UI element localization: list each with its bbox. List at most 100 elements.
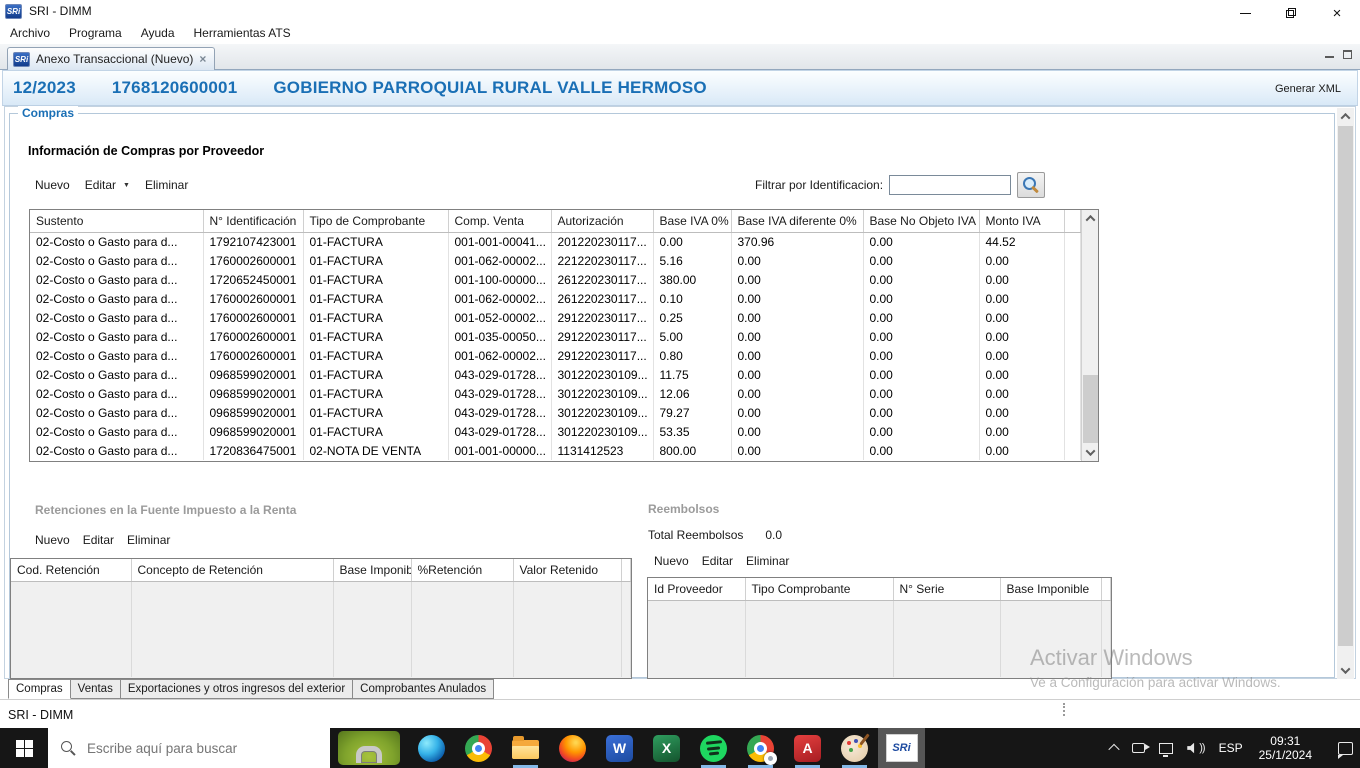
taskbar-excel[interactable]: X: [643, 728, 690, 768]
menu-programa[interactable]: Programa: [69, 26, 122, 40]
table-row[interactable]: 02-Costo o Gasto para d... 0968599020001 0…: [30, 422, 1081, 441]
table-row[interactable]: 02-Costo o Gasto para d... 1760002600001 0…: [30, 251, 1081, 270]
editar-button[interactable]: Editar: [85, 178, 116, 192]
column-header[interactable]: Tipo Comprobante: [745, 578, 894, 601]
column-header[interactable]: %Retención: [411, 559, 514, 582]
column-header[interactable]: N° Serie: [893, 578, 1001, 601]
column-header[interactable]: Base No Objeto IVA: [863, 210, 980, 233]
cell: 02-Costo o Gasto para d...: [30, 422, 204, 441]
network-icon[interactable]: [1152, 728, 1180, 768]
compras-table: Sustento N° Identificación Tipo de Comprob…: [30, 210, 1081, 460]
column-header[interactable]: Monto IVA: [979, 210, 1065, 233]
column-header[interactable]: Id Proveedor: [648, 578, 746, 601]
table-row[interactable]: 02-Costo o Gasto para d... 0968599020001 0…: [30, 403, 1081, 422]
total-reembolsos-value: 0.0: [765, 528, 783, 542]
menu-herramientas-ats[interactable]: Herramientas ATS: [194, 26, 291, 40]
rem-nuevo-button[interactable]: Nuevo: [654, 554, 689, 568]
table-row[interactable]: 02-Costo o Gasto para d... 1760002600001 0…: [30, 289, 1081, 308]
column-header[interactable]: N° Identificación: [203, 210, 304, 233]
column-header[interactable]: Comp. Venta: [448, 210, 552, 233]
taskbar-clock[interactable]: 09:31 25/1/2024: [1250, 734, 1321, 762]
scrollbar-thumb[interactable]: [1083, 375, 1098, 443]
taskbar-spotify[interactable]: [690, 728, 737, 768]
taskbar-game-app[interactable]: [330, 728, 408, 768]
scroll-up-icon[interactable]: [1337, 108, 1354, 125]
menu-archivo[interactable]: Archivo: [10, 26, 50, 40]
view-maximize-icon[interactable]: [1343, 50, 1352, 59]
rem-editar-button[interactable]: Editar: [702, 554, 733, 568]
table-row[interactable]: 02-Costo o Gasto para d... 1760002600001 0…: [30, 327, 1081, 346]
taskbar-acrobat[interactable]: A: [784, 728, 831, 768]
eliminar-button[interactable]: Eliminar: [145, 178, 188, 192]
taskbar-chrome-app[interactable]: [737, 728, 784, 768]
tab-anexo-transaccional[interactable]: SRi Anexo Transaccional (Nuevo) ×: [7, 47, 216, 70]
tab-close-icon[interactable]: ×: [199, 52, 206, 66]
taskbar-word[interactable]: W: [596, 728, 643, 768]
ret-editar-button[interactable]: Editar: [83, 533, 114, 547]
volume-icon[interactable]: )): [1180, 728, 1211, 768]
rem-eliminar-button[interactable]: Eliminar: [746, 554, 789, 568]
cell: 001-062-00002...: [448, 251, 552, 270]
taskbar-explorer[interactable]: [502, 728, 549, 768]
table-row[interactable]: 02-Costo o Gasto para d... 1760002600001 0…: [30, 308, 1081, 327]
cell: 02-Costo o Gasto para d...: [30, 251, 204, 270]
nuevo-button[interactable]: Nuevo: [35, 178, 70, 192]
cell: 0.00: [863, 384, 980, 403]
column-header[interactable]: Concepto de Retención: [131, 559, 334, 582]
cell-filler: [1064, 365, 1081, 384]
splitter-handle[interactable]: [1063, 703, 1065, 716]
table-row[interactable]: 02-Costo o Gasto para d... 1792107423001 0…: [30, 232, 1081, 251]
scroll-up-icon[interactable]: [1082, 210, 1098, 227]
column-header[interactable]: Tipo de Comprobante: [303, 210, 449, 233]
table-row[interactable]: 02-Costo o Gasto para d... 1760002600001 0…: [30, 346, 1081, 365]
column-header[interactable]: Base Imponible: [1000, 578, 1102, 601]
cell: 0968599020001: [203, 384, 304, 403]
tab-exportaciones[interactable]: Exportaciones y otros ingresos del exter…: [120, 679, 354, 699]
tab-compras[interactable]: Compras: [8, 679, 71, 699]
column-header[interactable]: Autorización: [551, 210, 654, 233]
tab-comprobantes-anulados[interactable]: Comprobantes Anulados: [353, 679, 495, 699]
editar-dropdown-icon[interactable]: ▼: [123, 182, 130, 189]
start-button[interactable]: [0, 728, 48, 768]
taskbar-edge[interactable]: [408, 728, 455, 768]
generar-xml-button[interactable]: Generar XML: [1275, 83, 1341, 95]
table-row[interactable]: 02-Costo o Gasto para d... 1720836475001 0…: [30, 441, 1081, 460]
taskbar-paint[interactable]: [831, 728, 878, 768]
tray-chevron-up-icon[interactable]: [1103, 728, 1125, 768]
ret-nuevo-button[interactable]: Nuevo: [35, 533, 70, 547]
scroll-down-icon[interactable]: [1337, 662, 1354, 679]
column-header[interactable]: Sustento: [30, 210, 204, 233]
taskbar-chrome[interactable]: [455, 728, 502, 768]
tab-ventas[interactable]: Ventas: [70, 679, 121, 699]
ret-eliminar-button[interactable]: Eliminar: [127, 533, 170, 547]
cell: 01-FACTURA: [303, 289, 449, 308]
table-row[interactable]: 02-Costo o Gasto para d... 0968599020001 0…: [30, 365, 1081, 384]
menu-ayuda[interactable]: Ayuda: [141, 26, 175, 40]
taskbar-firefox[interactable]: [549, 728, 596, 768]
taskbar-search[interactable]: [48, 728, 330, 768]
retenciones-toolbar: Nuevo Editar Eliminar: [35, 533, 170, 547]
cell: 01-FACTURA: [303, 422, 449, 441]
meet-now-camera-icon[interactable]: [1125, 728, 1152, 768]
compras-table-scrollbar: [1081, 210, 1098, 461]
column-header[interactable]: Base IVA diferente 0%: [731, 210, 864, 233]
reembolsos-title: Reembolsos: [648, 502, 720, 516]
taskbar-sri-active[interactable]: SRi: [878, 728, 925, 768]
column-header[interactable]: Base IVA 0%: [653, 210, 732, 233]
scrollbar-thumb[interactable]: [1338, 126, 1353, 646]
column-header[interactable]: Cod. Retención: [11, 559, 132, 582]
scroll-down-icon[interactable]: [1082, 444, 1098, 461]
table-row[interactable]: 02-Costo o Gasto para d... 1720652450001 0…: [30, 270, 1081, 289]
search-button[interactable]: [1017, 172, 1046, 198]
column-header[interactable]: Base Imponible: [333, 559, 412, 582]
view-minimize-icon[interactable]: [1325, 51, 1334, 58]
cell: [513, 581, 622, 677]
language-indicator[interactable]: ESP: [1212, 728, 1250, 768]
cell: 02-Costo o Gasto para d...: [30, 384, 204, 403]
table-row[interactable]: 02-Costo o Gasto para d... 0968599020001 0…: [30, 384, 1081, 403]
action-center-icon[interactable]: [1321, 728, 1360, 768]
cell: 01-FACTURA: [303, 232, 449, 251]
taskbar-search-input[interactable]: [87, 740, 307, 756]
filter-input[interactable]: [889, 175, 1012, 195]
column-header[interactable]: Valor Retenido: [513, 559, 622, 582]
